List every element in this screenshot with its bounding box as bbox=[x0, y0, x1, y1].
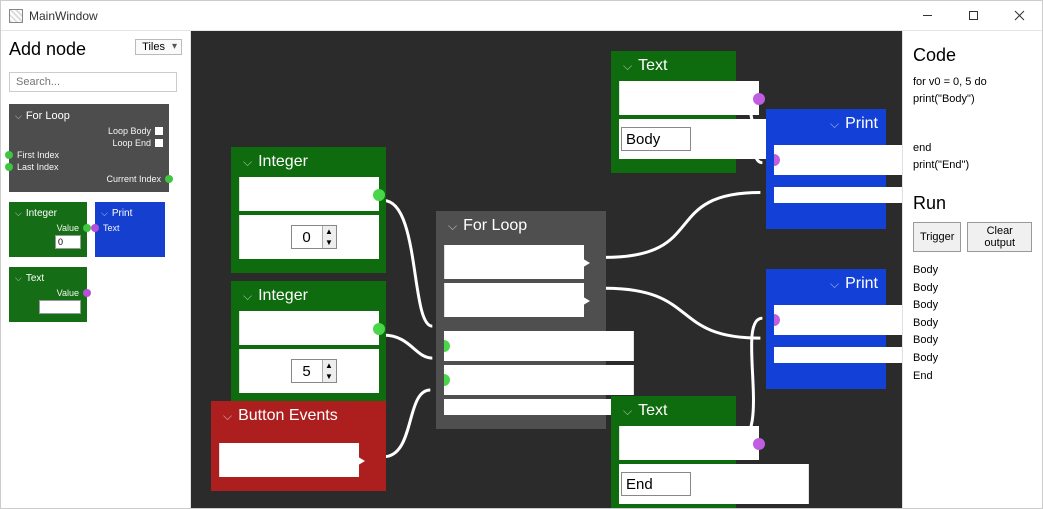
palette: For Loop Loop Body Loop End First Index … bbox=[9, 104, 182, 322]
port-forloop-lastindex-in[interactable] bbox=[444, 374, 450, 386]
node-print-1[interactable]: Print Text bbox=[766, 109, 886, 229]
port-forloop-loopbody-out[interactable] bbox=[580, 257, 590, 269]
node-integer-2[interactable]: Integer Value 5 ▲▼ bbox=[231, 281, 386, 407]
node-text-1-input[interactable]: Body bbox=[621, 127, 691, 151]
spin-down-icon[interactable]: ▼ bbox=[323, 237, 336, 248]
port-print2-text-in[interactable] bbox=[774, 314, 780, 326]
node-text-2-value-label: Value bbox=[679, 436, 709, 450]
node-text-1-value-label: Value bbox=[679, 91, 709, 105]
search-container bbox=[9, 72, 182, 92]
maximize-button[interactable] bbox=[950, 1, 996, 30]
output-line: Body bbox=[913, 280, 1032, 298]
window-controls bbox=[904, 1, 1042, 30]
code-output: for v0 = 0, 5 do print("Body") end print… bbox=[913, 74, 1032, 173]
output-line: Body bbox=[913, 350, 1032, 368]
node-text-2[interactable]: Text Value End bbox=[611, 396, 736, 508]
node-text-2-title: Text bbox=[638, 402, 667, 420]
port-buttonevents-onclick-out[interactable] bbox=[355, 455, 365, 467]
palette-node-forloop[interactable]: For Loop Loop Body Loop End First Index … bbox=[9, 104, 169, 192]
minimize-button[interactable] bbox=[904, 1, 950, 30]
output-line: Body bbox=[913, 332, 1032, 350]
spin-up-icon[interactable]: ▲ bbox=[323, 226, 336, 237]
viewmode-label: Tiles bbox=[142, 41, 165, 53]
run-output: Body Body Body Body Body Body End bbox=[913, 262, 1032, 385]
port-print2-exec-in[interactable] bbox=[774, 349, 778, 361]
close-button[interactable] bbox=[996, 1, 1042, 30]
node-integer-2-spinbox[interactable]: 5 ▲▼ bbox=[291, 359, 337, 383]
palette-node-print[interactable]: Print Text bbox=[95, 202, 165, 257]
port-forloop-firstindex-in[interactable] bbox=[444, 340, 450, 352]
node-print-1-textlabel: Text bbox=[786, 153, 808, 167]
right-panel: Code for v0 = 0, 5 do print("Body") end … bbox=[902, 31, 1042, 508]
code-heading: Code bbox=[913, 45, 1032, 66]
node-forloop-lastindex-label: Last Index bbox=[456, 373, 511, 387]
add-node-heading: Add node bbox=[9, 39, 86, 60]
node-text-1[interactable]: Text Value Body bbox=[611, 51, 736, 173]
viewmode-select[interactable]: Tiles bbox=[135, 39, 182, 55]
run-heading: Run bbox=[913, 193, 1032, 214]
palette-node-text[interactable]: Text Value bbox=[9, 267, 87, 322]
node-integer-1[interactable]: Integer Value 0 ▲▼ bbox=[231, 147, 386, 273]
spin-up-icon[interactable]: ▲ bbox=[323, 360, 336, 371]
node-integer-1-title: Integer bbox=[258, 153, 308, 171]
node-text-1-title: Text bbox=[638, 57, 667, 75]
node-forloop[interactable]: For Loop Loop Body Loop End First Index … bbox=[436, 211, 606, 429]
port-integer1-value-out[interactable] bbox=[373, 189, 385, 201]
output-line: Body bbox=[913, 315, 1032, 333]
clear-output-button[interactable]: Clear output bbox=[967, 222, 1032, 252]
port-forloop-loopend-out[interactable] bbox=[580, 295, 590, 307]
node-forloop-firstindex-label: First Index bbox=[456, 339, 512, 353]
output-line: End bbox=[913, 368, 1032, 386]
node-button-events[interactable]: Button Events On Click bbox=[211, 401, 386, 491]
node-integer-1-value-label: Value bbox=[299, 187, 329, 201]
output-line: Body bbox=[913, 297, 1032, 315]
search-input[interactable] bbox=[9, 72, 177, 92]
node-text-2-input[interactable]: End bbox=[621, 472, 691, 496]
node-print-1-title: Print bbox=[845, 115, 878, 133]
node-integer-2-value-label: Value bbox=[299, 321, 329, 335]
node-forloop-loopend-label: Loop End bbox=[493, 293, 544, 307]
titlebar: MainWindow bbox=[1, 1, 1042, 31]
port-text2-value-out[interactable] bbox=[753, 438, 765, 450]
port-integer2-value-out[interactable] bbox=[373, 323, 385, 335]
node-button-events-onclick-label: On Click bbox=[271, 453, 316, 467]
palette-node-integer[interactable]: Integer Value 0 bbox=[9, 202, 87, 257]
node-button-events-title: Button Events bbox=[238, 407, 338, 425]
port-print1-exec-in[interactable] bbox=[774, 189, 778, 201]
trigger-button[interactable]: Trigger bbox=[913, 222, 961, 252]
window-title: MainWindow bbox=[29, 9, 98, 23]
port-text1-value-out[interactable] bbox=[753, 93, 765, 105]
node-forloop-title: For Loop bbox=[463, 217, 527, 235]
node-print-2[interactable]: Print Text bbox=[766, 269, 886, 389]
port-forloop-exec-in[interactable] bbox=[444, 401, 448, 413]
node-print-2-title: Print bbox=[845, 275, 878, 293]
canvas[interactable]: Integer Value 0 ▲▼ Integer Value bbox=[191, 31, 902, 508]
node-integer-1-spinbox[interactable]: 0 ▲▼ bbox=[291, 225, 337, 249]
left-panel: Add node Tiles For Loop Loop Body Loop E… bbox=[1, 31, 191, 508]
port-print1-text-in[interactable] bbox=[774, 154, 780, 166]
content: Add node Tiles For Loop Loop Body Loop E… bbox=[1, 31, 1042, 508]
palette-forloop-title: For Loop bbox=[26, 110, 70, 122]
node-integer-2-title: Integer bbox=[258, 287, 308, 305]
node-print-2-textlabel: Text bbox=[786, 313, 808, 327]
spin-down-icon[interactable]: ▼ bbox=[323, 371, 336, 382]
app-window: MainWindow Add node Tiles bbox=[0, 0, 1043, 509]
node-forloop-loopbody-label: Loop Body bbox=[490, 255, 547, 269]
output-line: Body bbox=[913, 262, 1032, 280]
app-icon bbox=[9, 9, 23, 23]
